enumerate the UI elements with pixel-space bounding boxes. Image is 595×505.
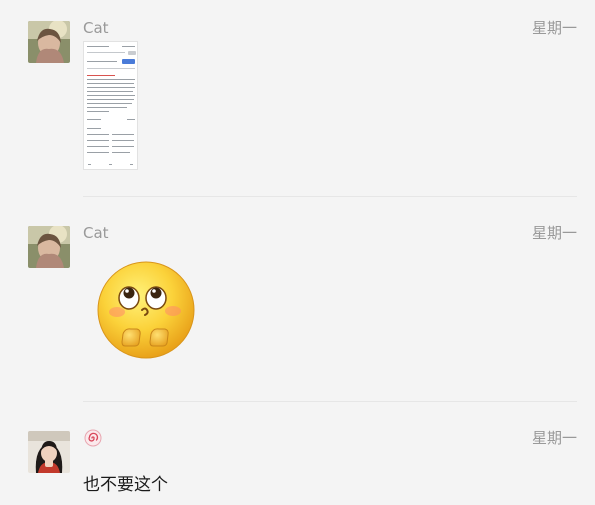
message-time: 星期一 — [531, 19, 577, 37]
avatar[interactable] — [28, 226, 70, 268]
image-message-thumbnail[interactable] — [83, 41, 138, 170]
avatar[interactable] — [28, 21, 70, 63]
message-time: 星期一 — [531, 224, 577, 242]
eyes-up-pleading-emoji-icon[interactable] — [93, 258, 197, 362]
chat-message-2: Cat 星期一 — [0, 205, 595, 402]
sender-name: Cat — [83, 224, 109, 242]
message-divider — [83, 401, 577, 402]
chat-history-list: Cat 星期一 Cat 星期一 星期一 也不要这个 — [0, 0, 595, 505]
message-time: 星期一 — [531, 429, 577, 447]
sender-name: Cat — [83, 19, 109, 37]
chat-message-1: Cat 星期一 — [0, 0, 595, 197]
message-text: 也不要这个 — [83, 475, 168, 495]
avatar[interactable] — [28, 431, 70, 473]
red-swirl-icon — [84, 429, 102, 447]
message-divider — [83, 196, 577, 197]
